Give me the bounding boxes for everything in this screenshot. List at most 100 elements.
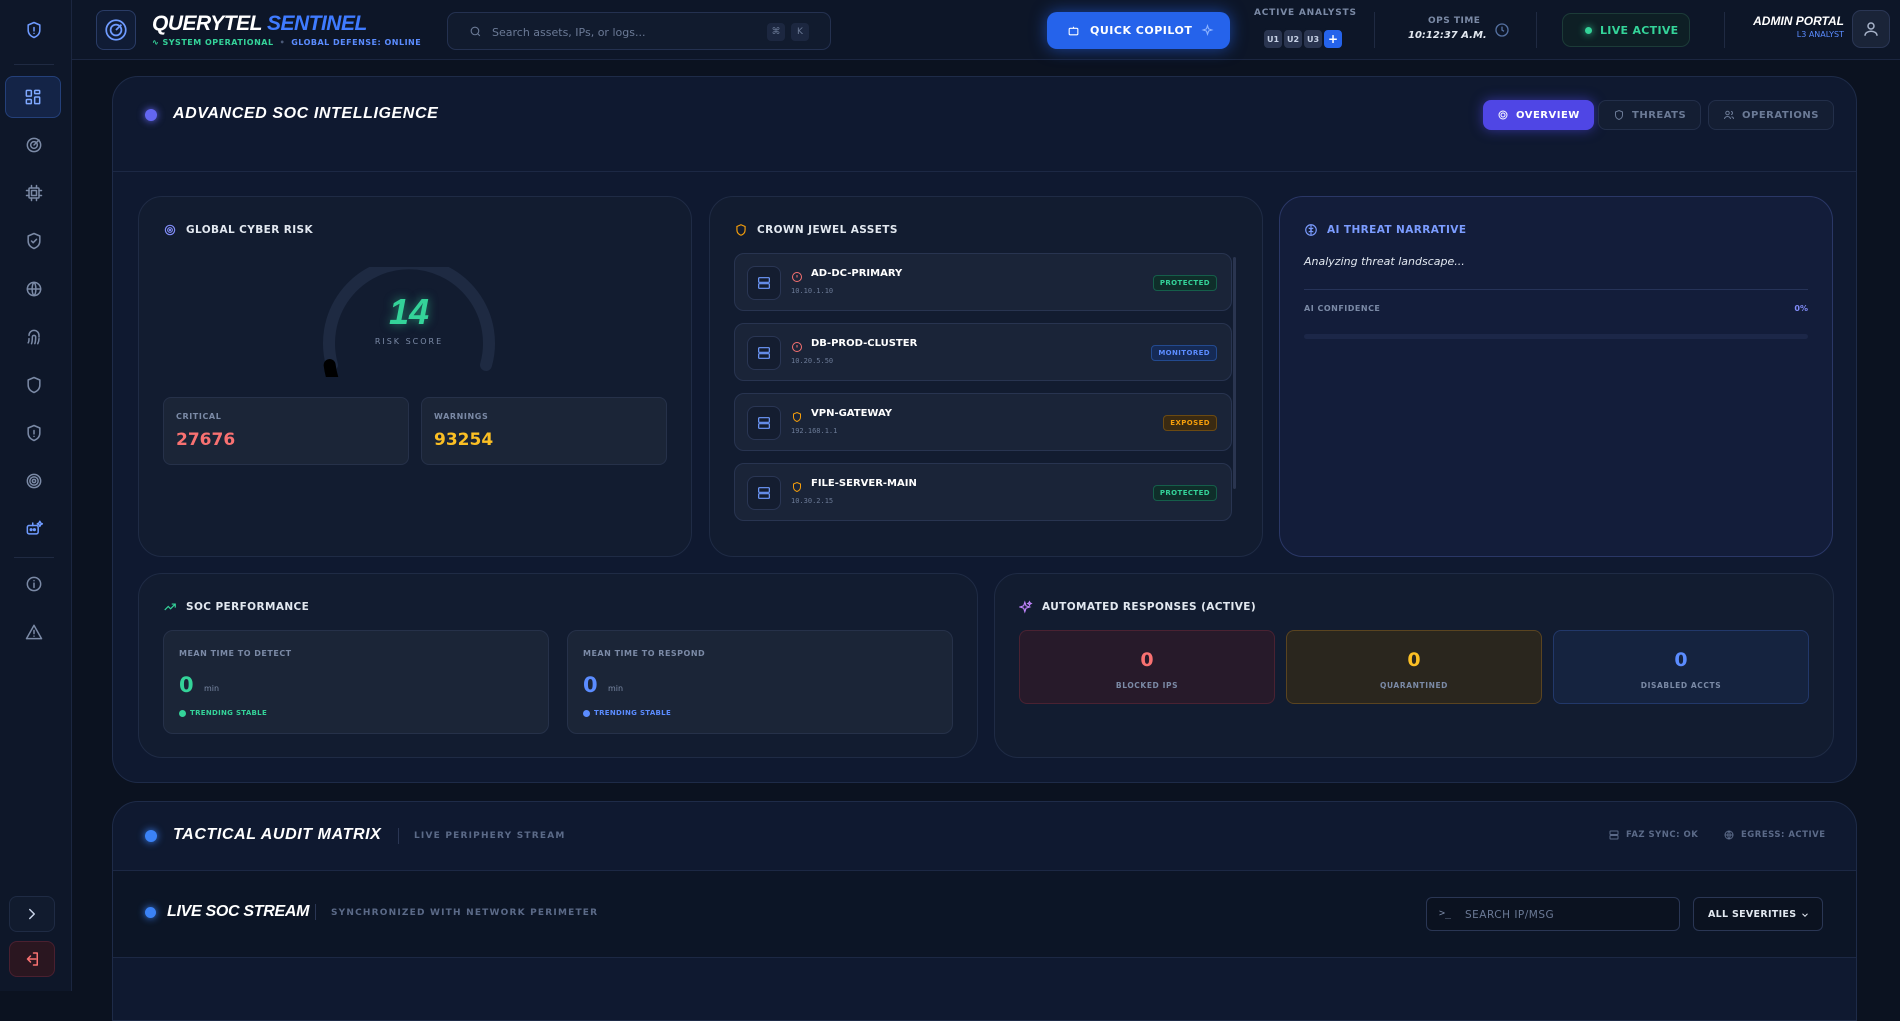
asset-row[interactable]: VPN-GATEWAY 192.168.1.1 EXPOSED xyxy=(734,393,1232,451)
ops-time-label: OPS TIME xyxy=(1428,16,1481,26)
tab-operations[interactable]: OPERATIONS xyxy=(1708,100,1834,130)
analyst-avatar[interactable]: U1 xyxy=(1262,28,1284,50)
status-dot-icon xyxy=(145,830,157,842)
ip-msg-search-input[interactable] xyxy=(1465,907,1665,923)
live-dot-icon xyxy=(1585,26,1592,34)
crown-jewel-assets-card: CROWN JEWEL ASSETS AD-DC-PRIMARY 10.10.1… xyxy=(709,196,1263,557)
warning-icon[interactable] xyxy=(18,616,50,648)
target-icon[interactable] xyxy=(18,465,50,497)
server-icon xyxy=(747,406,781,440)
cpu-icon[interactable] xyxy=(18,177,50,209)
tab-overview[interactable]: OVERVIEW xyxy=(1483,100,1594,130)
ops-time: 10:12:37 A.M. xyxy=(1408,30,1487,41)
status-badge: EXPOSED xyxy=(1163,415,1217,431)
card-title: AUTOMATED RESPONSES (ACTIVE) xyxy=(1019,600,1256,614)
alert-circle-icon xyxy=(791,338,803,352)
global-search[interactable]: ⌘ K xyxy=(447,12,831,50)
egress-status: EGRESS: ACTIVE xyxy=(1723,829,1826,841)
shield-icon xyxy=(791,478,803,493)
asset-row[interactable]: FILE-SERVER-MAIN 10.30.2.15 PROTECTED xyxy=(734,463,1232,521)
asset-row[interactable]: AD-DC-PRIMARY 10.10.1.10 PROTECTED xyxy=(734,253,1232,311)
kbd-k: K xyxy=(791,23,809,41)
card-title: SOC PERFORMANCE xyxy=(163,600,309,614)
faz-sync-status: FAZ SYNC: OK xyxy=(1608,829,1698,841)
shield-alert-icon[interactable] xyxy=(18,417,50,449)
asset-list[interactable]: AD-DC-PRIMARY 10.10.1.10 PROTECTED DB-PR… xyxy=(734,253,1234,523)
card-title: GLOBAL CYBER RISK xyxy=(163,223,313,237)
globe-icon[interactable] xyxy=(18,273,50,305)
search-input[interactable] xyxy=(492,23,752,41)
mttr-stat: MEAN TIME TO RESPOND 0 min TRENDING STAB… xyxy=(567,630,953,734)
shield-icon xyxy=(736,224,746,236)
disabled-accounts-stat: 0 DISABLED ACCTS xyxy=(1553,630,1809,704)
risk-score: 14 xyxy=(388,291,430,332)
logout-button[interactable] xyxy=(9,941,55,977)
quarantined-stat: 0 QUARANTINED xyxy=(1286,630,1542,704)
soc-performance-card: SOC PERFORMANCE MEAN TIME TO DETECT 0 mi… xyxy=(138,573,978,758)
user-avatar[interactable] xyxy=(1852,10,1890,48)
bot-icon[interactable] xyxy=(18,512,50,544)
asset-row[interactable]: DB-PROD-CLUSTER 10.20.5.50 MONITORED xyxy=(734,323,1232,381)
shield-check-icon[interactable] xyxy=(18,225,50,257)
radar-logo-icon xyxy=(96,10,136,50)
card-title: AI THREAT NARRATIVE xyxy=(1304,223,1466,237)
status-dot-icon xyxy=(145,907,156,918)
analyst-avatar[interactable]: U2 xyxy=(1282,28,1304,50)
info-icon[interactable] xyxy=(18,568,50,600)
quick-copilot-button[interactable]: QUICK COPILOT xyxy=(1047,12,1230,49)
stream-subtitle: SYNCHRONIZED WITH NETWORK PERIMETER xyxy=(331,908,599,918)
panel-title: ADVANCED SOC INTELLIGENCE xyxy=(173,105,439,122)
ip-msg-search[interactable]: >_ xyxy=(1426,897,1680,931)
status-badge: PROTECTED xyxy=(1152,275,1217,291)
add-analyst-button[interactable]: + xyxy=(1322,28,1344,50)
warnings-stat: WARNINGS 93254 xyxy=(421,397,667,465)
logout-icon xyxy=(26,952,38,966)
search-icon xyxy=(470,26,481,37)
analyst-avatar[interactable]: U3 xyxy=(1302,28,1324,50)
fingerprint-icon[interactable] xyxy=(18,321,50,353)
globe-icon xyxy=(1724,830,1734,840)
ai-narrative-text: Analyzing threat landscape... xyxy=(1304,255,1465,268)
risk-score-label: RISK SCORE xyxy=(374,337,444,346)
ai-threat-narrative-card: AI THREAT NARRATIVE Analyzing threat lan… xyxy=(1279,196,1833,557)
activity-icon: ∿ xyxy=(152,38,163,47)
dashboard-icon[interactable] xyxy=(5,76,61,118)
users-icon xyxy=(1724,110,1734,120)
shield-icon xyxy=(791,408,803,423)
chevron-right-icon xyxy=(29,908,35,920)
tactical-audit-panel: TACTICAL AUDIT MATRIX LIVE PERIPHERY STR… xyxy=(112,801,1857,1021)
expand-sidebar-button[interactable] xyxy=(9,896,55,932)
gauge-fill xyxy=(323,359,339,377)
severity-select[interactable]: ALL SEVERITIES xyxy=(1693,897,1823,931)
shield-icon xyxy=(1615,109,1623,121)
alert-circle-icon xyxy=(791,268,803,282)
topbar: QUERYTEL SENTINEL ∿ SYSTEM OPERATIONAL • G… xyxy=(72,0,1900,60)
server-icon xyxy=(747,266,781,300)
admin-portal: ADMIN PORTAL L3 ANALYST xyxy=(1753,14,1844,39)
sparkle-icon xyxy=(1019,600,1033,614)
radar-icon[interactable] xyxy=(18,129,50,161)
blocked-ips-stat: 0 BLOCKED IPS xyxy=(1019,630,1275,704)
trend-dot-icon xyxy=(583,709,590,717)
global-cyber-risk-card: GLOBAL CYBER RISK 14 RISK SCORE CRITICAL… xyxy=(138,196,692,557)
ai-confidence-value: 0% xyxy=(1794,304,1808,313)
target-icon xyxy=(1498,110,1508,120)
trend-dot-icon xyxy=(179,709,186,717)
critical-stat: CRITICAL 27676 xyxy=(163,397,409,465)
soc-intelligence-panel: ADVANCED SOC INTELLIGENCE OVERVIEW THREA… xyxy=(112,76,1857,783)
user-icon xyxy=(1864,22,1878,36)
terminal-icon: >_ xyxy=(1439,908,1452,919)
live-soc-stream-header: LIVE SOC STREAM SYNCHRONIZED WITH NETWOR… xyxy=(113,870,1856,958)
sparkle-icon xyxy=(1201,24,1214,37)
chevron-down-icon xyxy=(1802,913,1808,917)
panel-subtitle: LIVE PERIPHERY STREAM xyxy=(414,831,566,841)
active-analysts-label: ACTIVE ANALYSTS xyxy=(1254,8,1357,18)
tab-threats[interactable]: THREATS xyxy=(1598,100,1702,130)
live-active-badge[interactable]: LIVE ACTIVE xyxy=(1562,13,1690,47)
sidebar xyxy=(0,0,72,991)
system-status: ∿ SYSTEM OPERATIONAL • GLOBAL DEFENSE: ONL… xyxy=(152,38,422,47)
kbd-cmd: ⌘ xyxy=(767,23,785,41)
asset-scrollbar[interactable] xyxy=(1233,257,1236,489)
shield-outline-icon[interactable] xyxy=(18,369,50,401)
shield-logo-icon[interactable] xyxy=(18,14,50,46)
